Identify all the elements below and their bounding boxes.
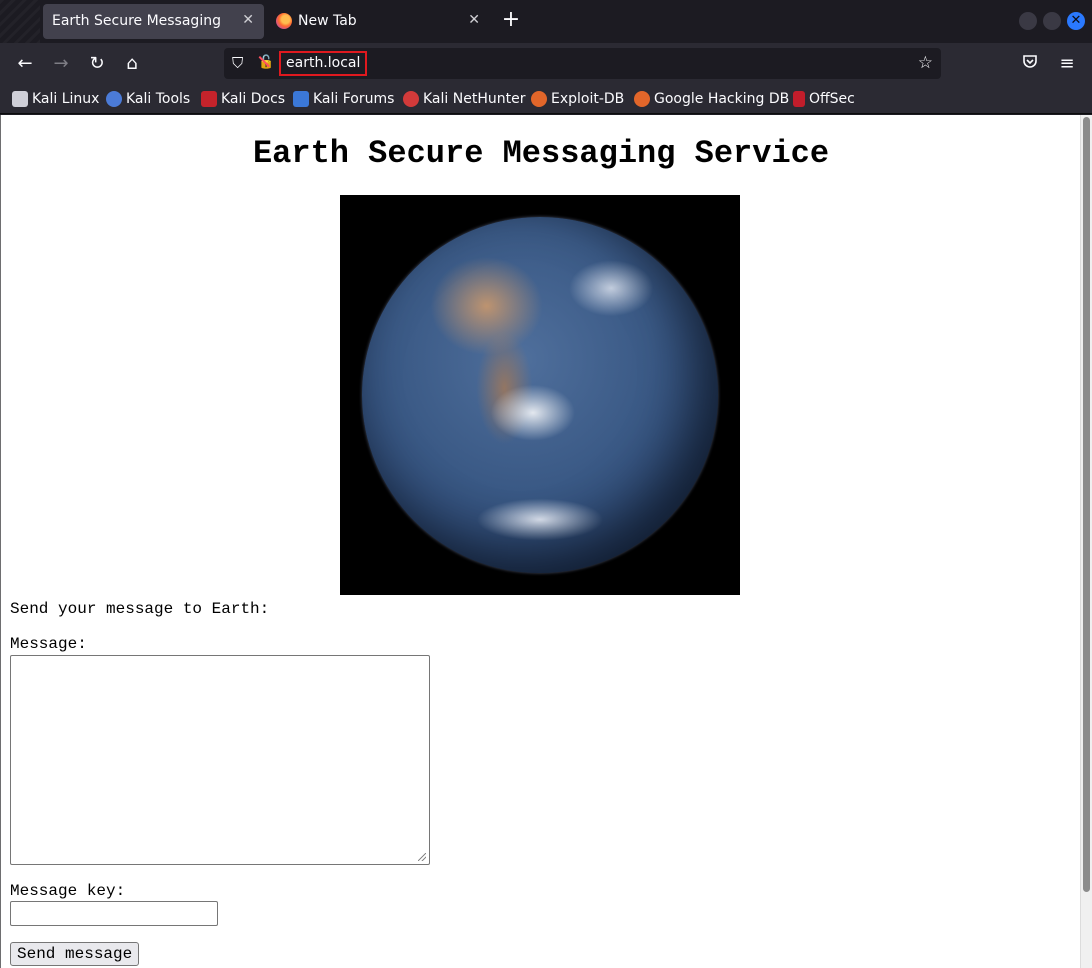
maximize-window-button[interactable] xyxy=(1043,12,1061,30)
bookmark-kali-nethunter[interactable]: Kali NetHunter xyxy=(403,89,525,109)
decorative-stripes xyxy=(0,0,40,43)
hamburger-menu-icon[interactable]: ≡ xyxy=(1055,52,1079,76)
firefox-icon xyxy=(276,13,292,29)
bookmark-star-icon[interactable]: ☆ xyxy=(918,53,933,73)
exploit-db-icon xyxy=(531,91,547,107)
tab-title: Earth Secure Messaging xyxy=(52,13,221,29)
bookmark-kali-tools[interactable]: Kali Tools xyxy=(106,89,190,109)
bookmark-kali-docs[interactable]: Kali Docs xyxy=(201,89,285,109)
bookmark-label: Kali Tools xyxy=(126,91,191,107)
bookmark-label: Kali Forums xyxy=(313,91,395,107)
bookmark-label: Kali Docs xyxy=(221,91,286,107)
kali-docs-icon xyxy=(201,91,217,107)
tab-earth-secure-messaging[interactable]: Earth Secure Messaging ✕ xyxy=(43,4,264,39)
reload-icon[interactable]: ↻ xyxy=(85,52,109,76)
minimize-window-button[interactable] xyxy=(1019,12,1037,30)
resize-grip-icon[interactable] xyxy=(418,853,426,861)
bookmark-label: OffSec xyxy=(809,91,855,107)
kali-nethunter-icon xyxy=(403,91,419,107)
bookmark-label: Kali NetHunter xyxy=(423,91,526,107)
bookmark-offsec[interactable]: OffSec xyxy=(793,89,855,109)
send-message-button[interactable]: Send message xyxy=(10,942,140,966)
kali-forums-icon xyxy=(293,91,309,107)
tab-title: New Tab xyxy=(298,13,357,29)
page-viewport: Earth Secure Messaging Service Send your… xyxy=(0,115,1092,968)
bookmark-label: Google Hacking DB xyxy=(654,91,790,107)
close-window-button[interactable]: ✕ xyxy=(1067,12,1085,30)
back-arrow-icon[interactable]: ← xyxy=(13,52,37,76)
tracking-protection-shield-icon[interactable]: ⛉ xyxy=(232,54,248,72)
bookmark-kali-forums[interactable]: Kali Forums xyxy=(293,89,394,109)
kali-tools-icon xyxy=(106,91,122,107)
url-bar[interactable]: ⛉ 🔓 earth.local ☆ xyxy=(224,48,941,79)
tab-strip: Earth Secure Messaging ✕ New Tab ✕ + ✕ xyxy=(0,0,1092,43)
message-key-input[interactable] xyxy=(10,901,218,926)
bookmark-kali-linux[interactable]: Kali Linux xyxy=(12,89,99,109)
home-icon[interactable]: ⌂ xyxy=(120,52,144,76)
intro-text: Send your message to Earth: xyxy=(10,600,270,618)
close-tab-icon[interactable]: ✕ xyxy=(242,12,254,28)
new-tab-button[interactable]: + xyxy=(500,9,522,33)
navigation-bar: ← → ↻ ⌂ ⛉ 🔓 earth.local ☆ ≡ xyxy=(0,43,1092,84)
bookmark-google-hacking-db[interactable]: Google Hacking DB xyxy=(634,89,789,109)
bookmark-label: Exploit-DB xyxy=(551,91,625,107)
bookmark-label: Kali Linux xyxy=(32,91,100,107)
earth-image xyxy=(340,195,740,595)
message-textarea[interactable] xyxy=(10,655,430,865)
tab-new-tab[interactable]: New Tab ✕ xyxy=(268,4,490,39)
kali-dragon-icon xyxy=(12,91,28,107)
earth-globe xyxy=(362,217,718,573)
url-text[interactable]: earth.local xyxy=(279,51,368,76)
bookmarks-toolbar: Kali Linux Kali Tools Kali Docs Kali For… xyxy=(0,84,1092,114)
insecure-lock-icon[interactable]: 🔓 xyxy=(258,54,274,72)
page-title: Earth Secure Messaging Service xyxy=(252,135,830,172)
scrollbar-thumb[interactable] xyxy=(1083,117,1090,892)
message-key-label: Message key: xyxy=(10,882,126,900)
pocket-icon[interactable] xyxy=(1018,52,1042,76)
bookmark-exploit-db[interactable]: Exploit-DB xyxy=(531,89,624,109)
message-label: Message: xyxy=(10,635,87,653)
vertical-scrollbar[interactable] xyxy=(1080,115,1092,968)
forward-arrow-icon[interactable]: → xyxy=(49,52,73,76)
ghdb-icon xyxy=(634,91,650,107)
offsec-icon xyxy=(793,91,805,107)
close-tab-icon[interactable]: ✕ xyxy=(468,12,480,28)
